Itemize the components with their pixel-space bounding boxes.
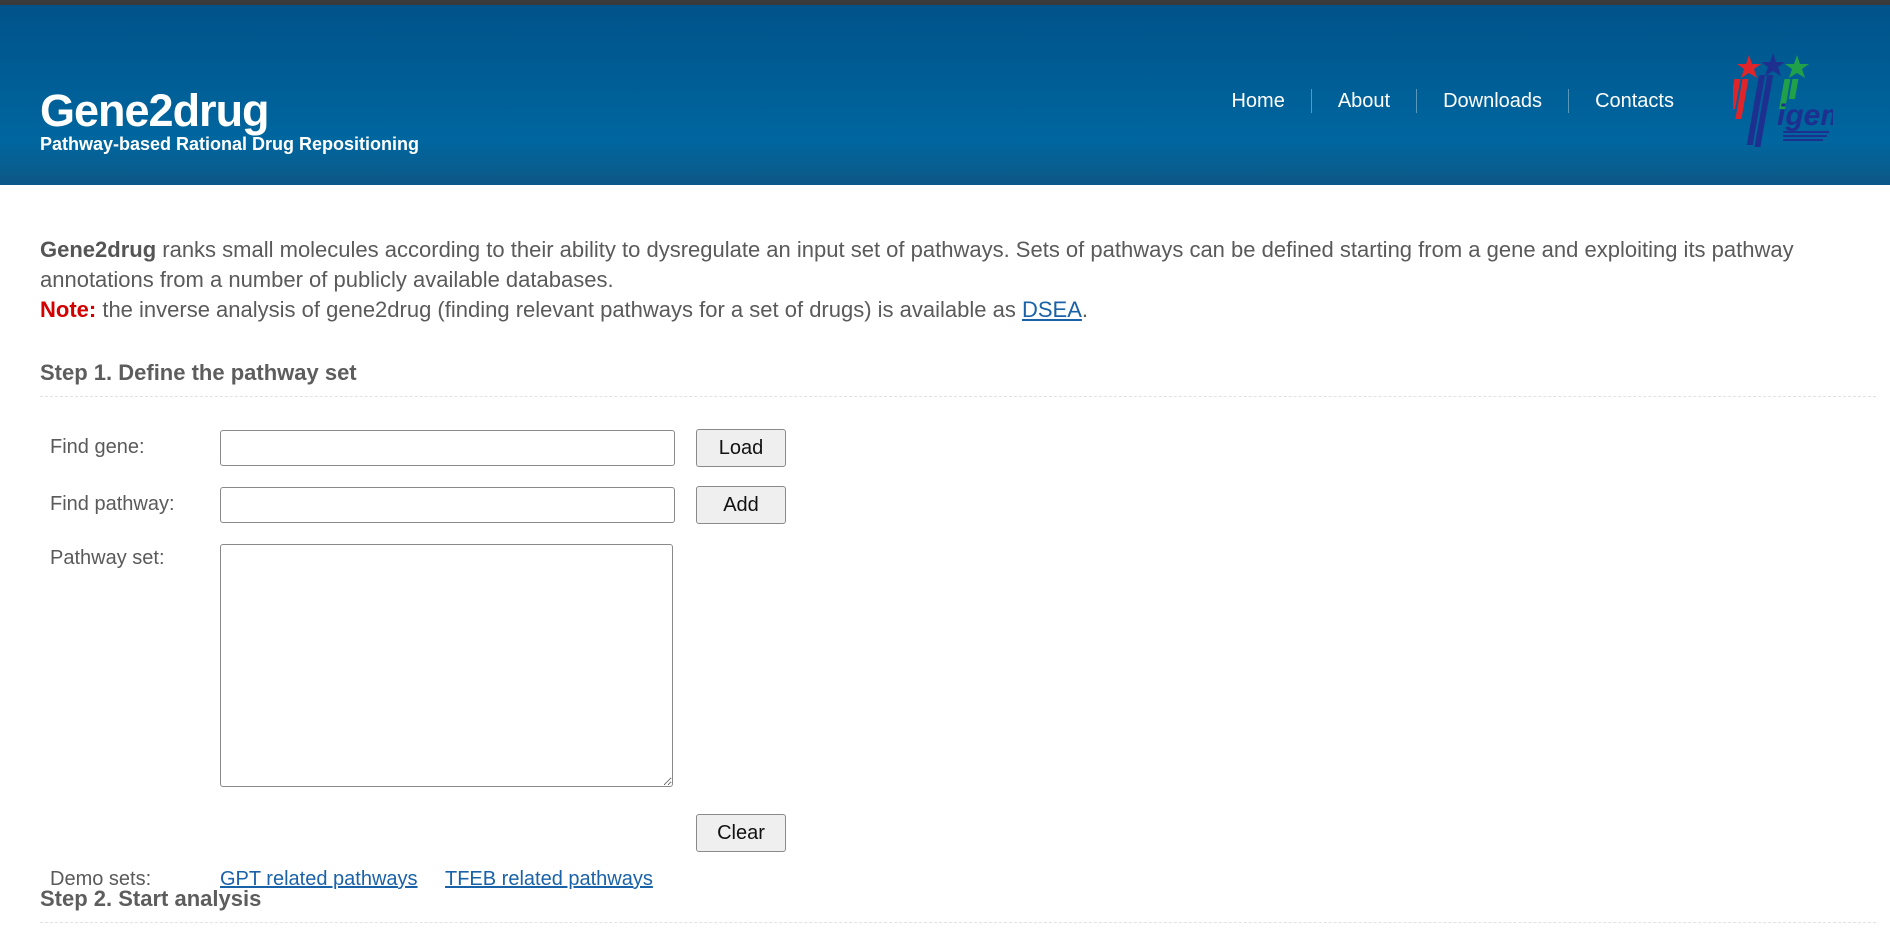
main-nav: Home About Downloads Contacts [1205, 89, 1700, 113]
site-header: Gene2drug Pathway-based Rational Drug Re… [0, 5, 1890, 185]
pathway-set-textarea[interactable] [220, 544, 673, 787]
logo-star-red [1737, 55, 1761, 78]
pathway-set-label: Pathway set: [50, 547, 165, 569]
nav-contacts[interactable]: Contacts [1568, 89, 1700, 113]
step2-section: Step 2. Start analysis [40, 886, 1876, 923]
find-gene-input[interactable] [220, 430, 675, 466]
nav-home[interactable]: Home [1205, 89, 1310, 113]
tigem-logo-icon[interactable]: igem [1733, 53, 1833, 153]
logo-star-green [1785, 55, 1809, 78]
site-subtitle: Pathway-based Rational Drug Repositionin… [40, 134, 420, 154]
nav-about[interactable]: About [1310, 89, 1416, 113]
find-gene-label: Find gene: [50, 436, 145, 458]
nav-downloads[interactable]: Downloads [1416, 89, 1568, 113]
step2-heading: Step 2. Start analysis [40, 886, 1876, 923]
logo-star-blue [1761, 53, 1785, 76]
step1-section: Step 1. Define the pathway set Find gene… [40, 360, 1876, 890]
logo-tagline-lines [1783, 131, 1829, 133]
find-pathway-label: Find pathway: [50, 493, 175, 515]
dsea-link[interactable]: DSEA [1022, 297, 1082, 322]
main-content: Gene2drug ranks small molecules accordin… [40, 235, 1876, 923]
intro-paragraph: Gene2drug ranks small molecules accordin… [40, 235, 1876, 325]
logo-text: igem [1777, 99, 1833, 132]
add-button[interactable]: Add [696, 486, 786, 524]
intro-description: ranks small molecules according to their… [40, 237, 1794, 292]
note-end: . [1081, 297, 1089, 322]
intro-app-name: Gene2drug [40, 237, 157, 262]
step1-heading: Step 1. Define the pathway set [40, 360, 1876, 397]
clear-button[interactable]: Clear [696, 814, 786, 852]
note-label: Note: [40, 297, 97, 322]
site-title[interactable]: Gene2drug [40, 85, 270, 137]
find-pathway-input[interactable] [220, 487, 675, 523]
load-button[interactable]: Load [696, 429, 786, 467]
note-text: the inverse analysis of gene2drug (findi… [96, 297, 1022, 322]
